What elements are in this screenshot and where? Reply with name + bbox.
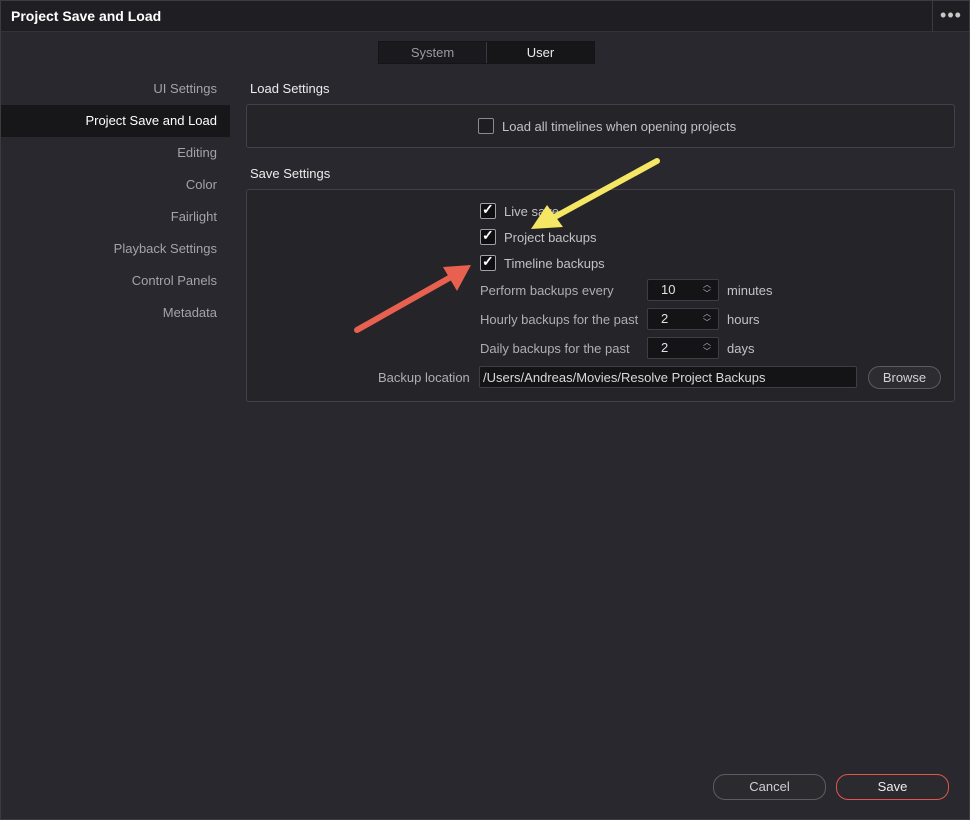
yellow-arrow-icon bbox=[531, 158, 660, 229]
red-arrow-icon bbox=[354, 265, 471, 333]
preferences-window: Project Save and Load ••• System User UI… bbox=[0, 0, 970, 820]
annotation-arrows bbox=[354, 158, 660, 333]
